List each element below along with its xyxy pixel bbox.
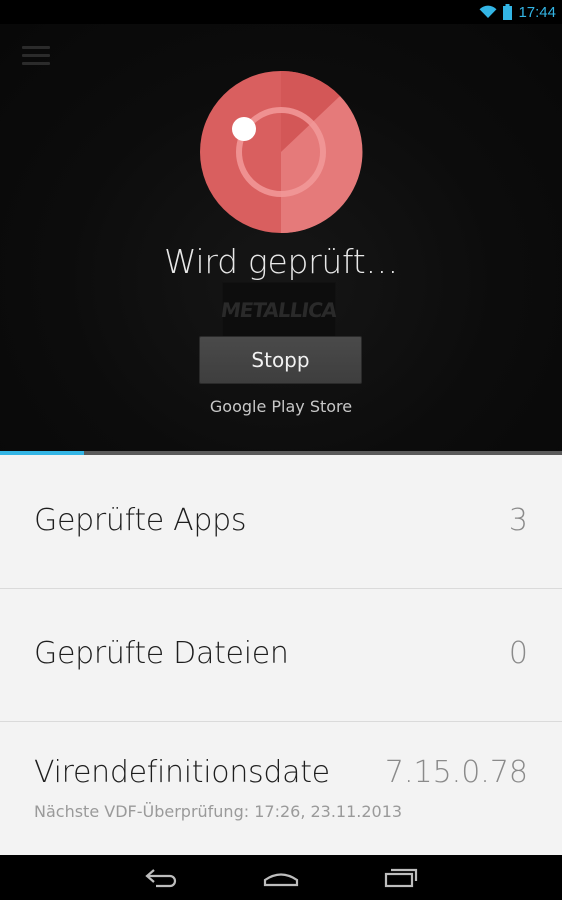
- status-time: 17:44: [518, 3, 556, 21]
- recent-apps-icon[interactable]: [366, 855, 436, 900]
- scan-panel: METALLICA Wird geprüft… Stopp Google Pla…: [0, 24, 562, 451]
- stat-label: Geprüfte Dateien: [34, 636, 289, 671]
- current-app-name: Google Play Store: [209, 397, 353, 416]
- current-app-logo: METALLICA: [220, 282, 338, 338]
- stop-button[interactable]: Stopp: [199, 336, 362, 384]
- battery-icon: [503, 4, 513, 20]
- stat-label: Geprüfte Apps: [34, 503, 247, 538]
- home-icon[interactable]: [246, 855, 316, 900]
- stat-label: Virendefinitionsdate: [34, 755, 330, 790]
- menu-icon[interactable]: [22, 46, 50, 68]
- wifi-icon: [479, 5, 497, 19]
- stat-value: 7.15.0.78: [384, 755, 528, 790]
- back-icon[interactable]: [126, 855, 196, 900]
- scan-status-title: Wird geprüft…: [163, 242, 399, 281]
- stat-value: 3: [508, 503, 528, 538]
- system-nav-bar: [0, 855, 562, 900]
- stat-row-virus-definitions: Virendefinitionsdate 7.15.0.78 Nächste V…: [0, 722, 562, 855]
- stat-row-scanned-files: Geprüfte Dateien 0: [0, 589, 562, 722]
- scan-radar-icon: [199, 70, 363, 234]
- next-vdf-update-text: Nächste VDF-Überprüfung: 17:26, 23.11.20…: [34, 802, 403, 821]
- stat-row-scanned-apps: Geprüfte Apps 3: [0, 455, 562, 589]
- scan-stats-list: Geprüfte Apps 3 Geprüfte Dateien 0 Viren…: [0, 455, 562, 855]
- status-bar: 17:44: [0, 0, 562, 24]
- stat-value: 0: [508, 636, 528, 671]
